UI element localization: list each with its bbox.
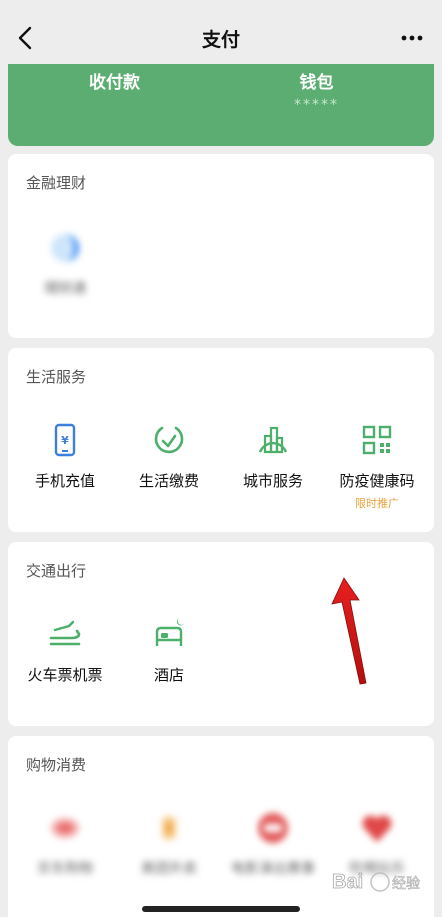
city-service-label: 城市服务 <box>242 472 303 490</box>
transport-title: 交通出行 <box>26 562 87 580</box>
life-section: 生活服务 ¥ 手机充值 生活缴费 城市服务 防疫健康码 限时推广 <box>8 348 434 532</box>
hotel-label: 酒店 <box>153 666 184 684</box>
receive-pay-label: 收付款 <box>89 73 140 93</box>
jd-icon <box>51 818 79 838</box>
wallet-button[interactable]: 钱包 ***** <box>210 64 423 113</box>
svg-text:Bai: Bai <box>332 871 363 893</box>
health-code-item[interactable]: 防疫健康码 限时推广 <box>324 422 430 511</box>
wallet-balance: ***** <box>294 97 339 113</box>
licaitong-label: 理财通 <box>44 281 86 297</box>
finance-section: 金融理财 理财通 <box>8 154 434 338</box>
train-ticket-item[interactable]: 火车票机票 <box>12 616 118 685</box>
svg-text:¥: ¥ <box>61 434 69 447</box>
utility-payment-item[interactable]: 生活缴费 <box>116 422 222 491</box>
train-ticket-icon <box>49 620 81 646</box>
finance-title: 金融理财 <box>26 174 87 192</box>
wallet-label: 钱包 <box>299 73 334 93</box>
baidu-watermark: Bai 经验 <box>332 871 421 894</box>
chevron-left-icon[interactable] <box>14 24 36 52</box>
life-title: 生活服务 <box>26 368 87 386</box>
phone-recharge-icon: ¥ <box>54 423 76 457</box>
licaitong-icon <box>51 234 79 262</box>
movie-label: 电影演出赛事 <box>231 861 315 877</box>
red-arrow-annotation <box>331 577 367 685</box>
phone-recharge-label: 手机充值 <box>34 472 95 490</box>
jd-item[interactable]: 京东购物 <box>12 810 118 878</box>
licaitong-item[interactable]: 理财通 <box>12 230 118 298</box>
health-code-icon <box>362 425 392 455</box>
receive-pay-button[interactable]: 收付款 <box>8 64 221 93</box>
utility-payment-label: 生活缴费 <box>138 472 199 490</box>
meituan-item[interactable]: 美团外卖 <box>116 810 222 878</box>
wallet-card: 收付款 钱包 ***** <box>8 64 434 146</box>
hotel-icon <box>155 618 184 646</box>
meituan-icon <box>162 816 176 840</box>
meituan-label: 美团外卖 <box>141 861 197 877</box>
train-ticket-label: 火车票机票 <box>27 666 103 684</box>
hotel-item[interactable]: 酒店 <box>116 616 222 685</box>
utility-payment-icon <box>154 426 184 454</box>
more-dots-icon[interactable] <box>400 30 424 46</box>
phone-recharge-item[interactable]: ¥ 手机充值 <box>12 422 118 491</box>
city-service-item[interactable]: 城市服务 <box>220 422 326 491</box>
health-code-label: 防疫健康码 <box>339 472 415 490</box>
page-title: 支付 <box>201 28 240 51</box>
heart-icon <box>362 815 392 842</box>
promo-tag: 限时推广 <box>355 497 399 510</box>
home-indicator <box>142 906 300 912</box>
city-service-icon <box>258 426 288 454</box>
movie-icon <box>258 813 288 843</box>
movie-item[interactable]: 电影演出赛事 <box>220 810 326 878</box>
shopping-title: 购物消费 <box>26 756 87 774</box>
jd-label: 京东购物 <box>37 861 93 877</box>
svg-text:经验: 经验 <box>392 876 420 892</box>
